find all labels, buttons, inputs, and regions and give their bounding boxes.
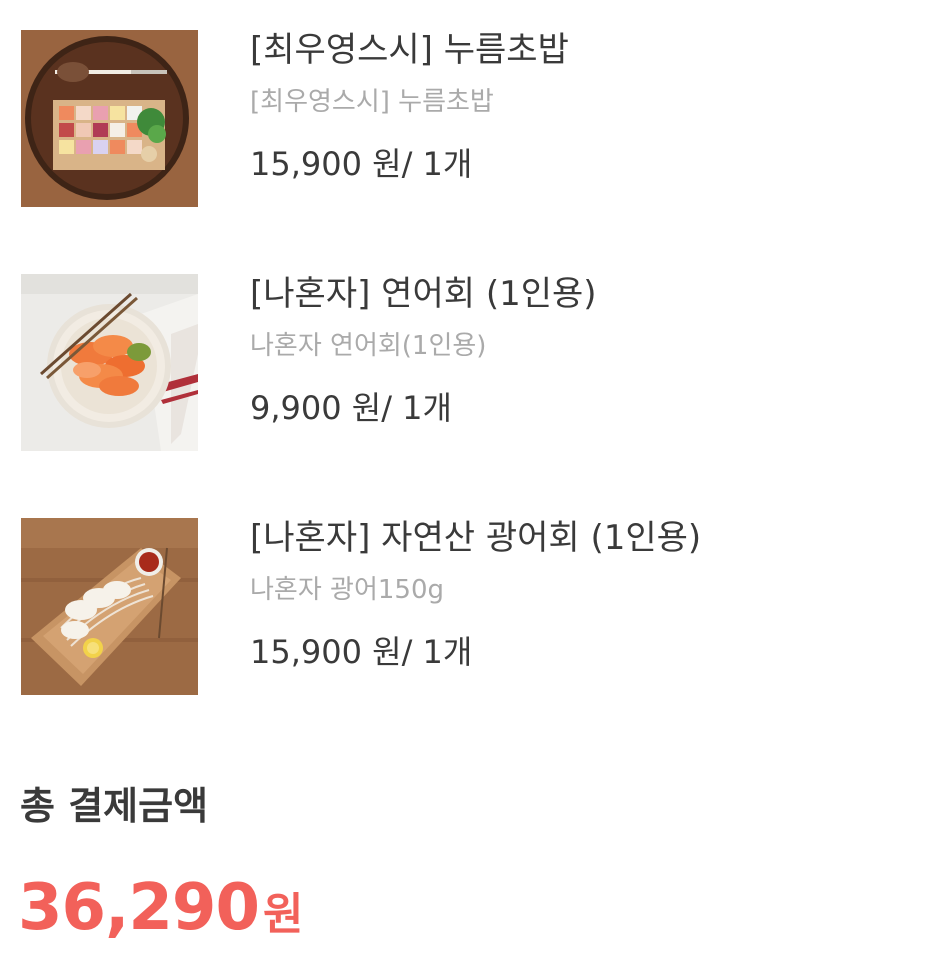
product-title[interactable]: [최우영스시] 누름초밥 xyxy=(250,30,569,70)
product-option: 나혼자 연어회(1인용) xyxy=(250,331,487,361)
product-title[interactable]: [나혼자] 연어회 (1인용) xyxy=(250,274,597,314)
product-image-pressed-sushi[interactable] xyxy=(21,30,198,207)
product-image-flatfish-sashimi[interactable] xyxy=(21,518,198,695)
salmon-sashimi-photo xyxy=(21,274,198,451)
product-price: 15,900 원/ 1개 xyxy=(250,633,473,671)
total-amount-unit: 원 xyxy=(262,889,304,940)
total-payment-amount: 36,290원 xyxy=(18,870,303,962)
product-title[interactable]: [나혼자] 자연산 광어회 (1인용) xyxy=(250,518,701,558)
pressed-sushi-photo xyxy=(21,30,198,207)
product-price: 15,900 원/ 1개 xyxy=(250,145,473,183)
product-option: 나혼자 광어150g xyxy=(250,575,444,605)
total-payment-label: 총 결제금액 xyxy=(20,784,209,828)
cart-item[interactable]: [최우영스시] 누름초밥 [최우영스시] 누름초밥 15,900 원/ 1개 xyxy=(21,30,921,208)
flatfish-sashimi-photo xyxy=(21,518,198,695)
total-amount-value: 36,290 xyxy=(18,871,260,945)
product-price: 9,900 원/ 1개 xyxy=(250,389,452,427)
cart-item[interactable]: [나혼자] 연어회 (1인용) 나혼자 연어회(1인용) 9,900 원/ 1개 xyxy=(21,274,921,452)
product-image-salmon-sashimi[interactable] xyxy=(21,274,198,451)
product-option: [최우영스시] 누름초밥 xyxy=(250,87,494,117)
cart-item[interactable]: [나혼자] 자연산 광어회 (1인용) 나혼자 광어150g 15,900 원/… xyxy=(21,518,921,696)
